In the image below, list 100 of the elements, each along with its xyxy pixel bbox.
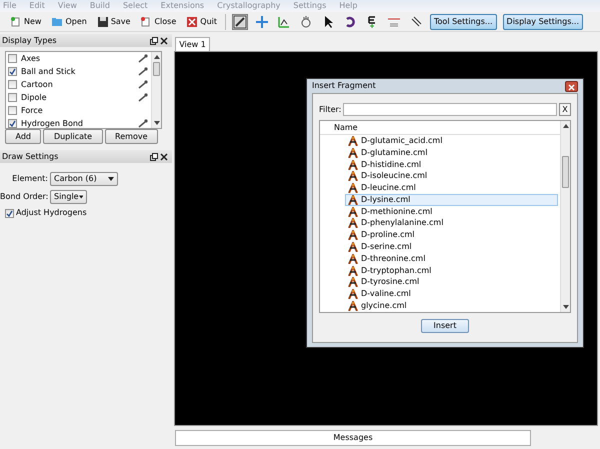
scrollbar[interactable] xyxy=(151,52,161,128)
fragment-icon xyxy=(348,206,358,217)
file-row[interactable]: D-glutamic_acid.cml xyxy=(345,135,558,147)
toolbar-button[interactable]: Save xyxy=(94,16,132,28)
file-name: D-glutamine.cml xyxy=(361,146,428,159)
align-icon xyxy=(409,14,423,28)
clear-button[interactable]: X xyxy=(559,103,571,116)
toolbar-button[interactable]: Quit xyxy=(184,16,219,28)
tool-button[interactable] xyxy=(232,14,248,30)
panel-button[interactable]: Duplicate xyxy=(43,129,103,144)
panel-button[interactable]: Remove xyxy=(104,129,158,144)
close-icon[interactable] xyxy=(160,36,168,44)
toolbar-button[interactable]: New xyxy=(8,16,44,28)
view-tab[interactable]: View 1 xyxy=(175,37,210,51)
file-row[interactable]: D-histidine.cml xyxy=(345,158,558,170)
file-name: D-lysine.cml xyxy=(361,194,410,206)
file-row[interactable]: D-leucine.cml xyxy=(345,182,558,194)
file-name: D-proline.cml xyxy=(361,229,415,242)
file-row[interactable]: D-serine.cml xyxy=(345,241,558,253)
close-button[interactable] xyxy=(565,80,578,92)
file-row[interactable]: glycine.cml xyxy=(345,300,558,312)
hand-icon xyxy=(299,14,313,28)
checkbox[interactable] xyxy=(8,54,17,63)
fragment-icon xyxy=(348,148,358,158)
measure-icon xyxy=(277,14,291,28)
float-icon[interactable] xyxy=(150,152,158,160)
checkbox[interactable] xyxy=(8,67,17,76)
scroll-down-icon[interactable] xyxy=(154,121,160,125)
display-type-label: Dipole xyxy=(21,92,48,104)
dropdown[interactable]: Single xyxy=(50,190,87,204)
field-label: Element: xyxy=(11,173,48,185)
file-row[interactable]: D-phenylalanine.cml xyxy=(345,218,558,230)
fragment-icon xyxy=(348,289,358,300)
file-row[interactable]: D-isoleucine.cml xyxy=(345,170,558,182)
settings-button[interactable]: Tool Settings... xyxy=(430,14,497,30)
file-row[interactable]: D-glutamine.cml xyxy=(345,146,558,159)
checkbox[interactable] xyxy=(8,93,17,102)
checkbox[interactable] xyxy=(8,80,17,89)
filter-field[interactable] xyxy=(343,103,557,116)
checkbox[interactable] xyxy=(5,208,14,218)
scroll-thumb[interactable] xyxy=(562,156,569,188)
checkbox[interactable] xyxy=(8,119,17,128)
file-row[interactable]: D-valine.cml xyxy=(345,288,558,300)
wrench-icon[interactable] xyxy=(138,80,148,89)
file-name: glycine.cml xyxy=(361,300,407,312)
file-name: D-tryptophan.cml xyxy=(361,264,432,277)
file-row[interactable]: D-tyrosine.cml xyxy=(345,276,558,288)
fragment-icon xyxy=(348,230,358,240)
wrench-icon[interactable] xyxy=(138,119,148,128)
file-row[interactable]: D-methionine.cml xyxy=(345,206,558,218)
file-name: D-methionine.cml xyxy=(361,206,432,218)
crosshair-icon xyxy=(255,14,269,28)
file-name: D-glutamic_acid.cml xyxy=(361,134,442,147)
scroll-thumb[interactable] xyxy=(153,62,160,76)
close-icon[interactable] xyxy=(160,152,168,160)
toolbar-button[interactable]: Open xyxy=(49,16,89,28)
panel-title: Draw Settings xyxy=(2,150,58,162)
insert-button[interactable]: Insert xyxy=(421,319,469,333)
column-header[interactable]: Name xyxy=(320,121,560,135)
file-name: D-threonine.cml xyxy=(361,252,426,265)
fragment-icon xyxy=(348,183,358,194)
wrench-icon[interactable] xyxy=(138,93,148,102)
wrench-icon[interactable] xyxy=(138,54,148,63)
folder-icon xyxy=(51,16,64,28)
scroll-up-icon[interactable] xyxy=(154,55,160,59)
file-name: D-valine.cml xyxy=(361,288,411,300)
toolbar-button[interactable]: Close xyxy=(138,16,178,28)
scrollbar[interactable] xyxy=(560,121,570,312)
panel-button[interactable]: Add xyxy=(5,129,42,144)
file-row[interactable]: D-lysine.cml xyxy=(345,194,558,206)
caret-icon xyxy=(78,195,83,199)
file-row[interactable]: D-tryptophan.cml xyxy=(345,264,558,277)
file-row[interactable]: D-proline.cml xyxy=(345,229,558,242)
file-name: D-serine.cml xyxy=(361,241,412,254)
new-file-icon xyxy=(10,16,22,28)
settings-button[interactable]: Display Settings... xyxy=(502,14,584,30)
dropdown[interactable]: Carbon (6) xyxy=(50,172,118,186)
scroll-down-icon[interactable] xyxy=(562,305,568,309)
fragment-icon xyxy=(348,277,358,288)
file-name: D-isoleucine.cml xyxy=(361,170,428,182)
fragment-icon xyxy=(348,160,358,170)
scroll-up-icon[interactable] xyxy=(562,124,568,128)
wrench-icon[interactable] xyxy=(138,67,148,76)
display-type-label: Cartoon xyxy=(21,78,54,90)
display-type-label: Axes xyxy=(21,52,42,64)
float-icon[interactable] xyxy=(150,36,158,44)
save-icon xyxy=(96,16,109,28)
file-name: D-phenylalanine.cml xyxy=(361,217,444,230)
fragment-icon xyxy=(348,218,358,228)
file-row[interactable]: D-threonine.cml xyxy=(345,252,558,265)
fragment-icon xyxy=(348,171,358,182)
messages-tab[interactable]: Messages xyxy=(175,430,531,446)
display-type-label: Force xyxy=(21,104,44,116)
fragment-icon xyxy=(348,136,358,146)
checkbox[interactable] xyxy=(8,106,17,115)
fragment-icon xyxy=(348,254,358,264)
file-name: D-leucine.cml xyxy=(361,182,416,194)
display-type-label: Hydrogen Bond xyxy=(21,118,84,128)
dialog-title: Insert Fragment xyxy=(312,80,376,92)
checkbox-label: Adjust Hydrogens xyxy=(16,207,87,219)
